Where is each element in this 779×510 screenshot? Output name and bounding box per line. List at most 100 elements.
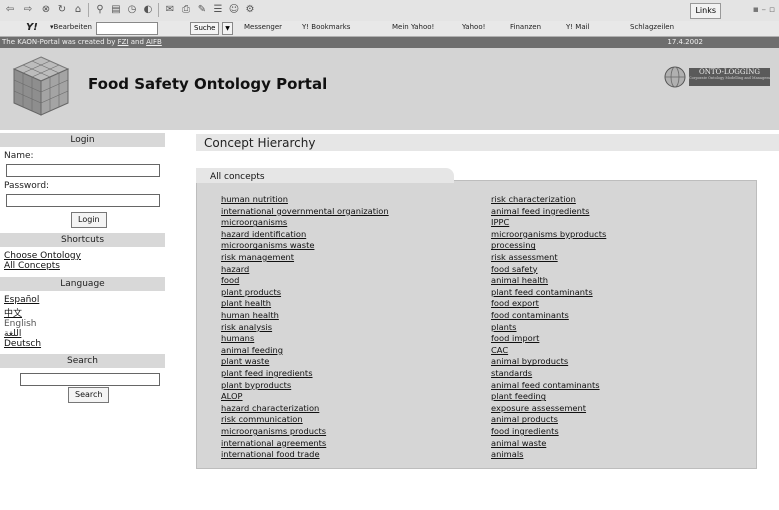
browser-toolbar: ⇦ ⇨ ⊗ ↻ ⌂ ⚲ ▤ ◷ ◐ ✉ ⎙ ✎ ☰ ☺ ⚙ Links ▪ – … [0, 0, 779, 22]
concept-link[interactable]: microorganisms products [221, 426, 326, 437]
language-english: English [4, 319, 37, 329]
home-icon[interactable]: ⌂ [72, 4, 84, 16]
yahoo-link-finanzen[interactable]: Finanzen [510, 23, 541, 31]
concept-link[interactable]: animal health [491, 275, 548, 286]
concept-link[interactable]: international food trade [221, 449, 320, 460]
concept-link[interactable]: risk assessment [491, 252, 558, 263]
yahoo-logo-icon[interactable]: Y! [26, 22, 38, 33]
yahoo-link-messenger[interactable]: Messenger [244, 23, 282, 31]
mail-icon[interactable]: ✉ [164, 4, 176, 16]
concept-link[interactable]: risk characterization [491, 194, 576, 205]
password-label: Password: [4, 181, 50, 191]
concept-link[interactable]: plant waste [221, 356, 269, 367]
fzi-link[interactable]: FZI [118, 38, 129, 46]
concept-link[interactable]: food export [491, 298, 539, 309]
concept-link[interactable]: microorganisms byproducts [491, 229, 606, 240]
concept-link[interactable]: plants [491, 322, 517, 333]
media-icon[interactable]: ◐ [142, 4, 154, 16]
concept-link[interactable]: food [221, 275, 239, 286]
concept-link[interactable]: animal waste [491, 438, 546, 449]
stop-icon[interactable]: ⊗ [40, 4, 52, 16]
concept-link[interactable]: animal feed contaminants [491, 380, 600, 391]
yahoo-link-yahoo[interactable]: Yahoo! [462, 23, 485, 31]
name-label: Name: [4, 151, 34, 161]
concept-link[interactable]: plant feeding [491, 391, 546, 402]
discuss-icon[interactable]: ☰ [212, 4, 224, 16]
concept-link[interactable]: hazard characterization [221, 403, 319, 414]
concept-link[interactable]: risk management [221, 252, 294, 263]
concept-link[interactable]: food import [491, 333, 539, 344]
concept-link[interactable]: microorganisms waste [221, 240, 314, 251]
concept-link[interactable]: plant products [221, 287, 281, 298]
refresh-icon[interactable]: ↻ [56, 4, 68, 16]
yahoo-link-mein-yahoo[interactable]: Mein Yahoo! [392, 23, 434, 31]
language-german[interactable]: Deutsch [4, 339, 41, 349]
password-input[interactable] [6, 194, 160, 207]
concept-link[interactable]: international agreements [221, 438, 326, 449]
concept-link[interactable]: international governmental organization [221, 206, 389, 217]
language-spanish[interactable]: Español [4, 295, 39, 305]
concept-link[interactable]: animal products [491, 414, 558, 425]
concept-link[interactable]: hazard [221, 264, 249, 275]
tool-icon[interactable]: ⚙ [244, 4, 256, 16]
concept-link[interactable]: animal byproducts [491, 356, 568, 367]
shortcut-choose-ontology[interactable]: Choose Ontology [4, 251, 81, 261]
concept-link[interactable]: plant feed contaminants [491, 287, 593, 298]
print-icon[interactable]: ⎙ [180, 4, 192, 16]
language-chinese[interactable]: 中文 [4, 306, 22, 319]
chevron-down-icon[interactable]: ▼ [222, 22, 233, 35]
yahoo-search-button[interactable]: Suche [190, 22, 220, 35]
concept-link[interactable]: processing [491, 240, 536, 251]
yahoo-link-mail[interactable]: Y! Mail [566, 23, 590, 31]
concept-link[interactable]: plant health [221, 298, 271, 309]
concept-link[interactable]: standards [491, 368, 532, 379]
language-arabic[interactable]: اللغة [4, 329, 21, 339]
back-arrow-icon[interactable]: ⇦ [4, 4, 16, 16]
shortcut-all-concepts[interactable]: All Concepts [4, 261, 60, 271]
concept-link[interactable]: IPPC [491, 217, 509, 228]
concept-link[interactable]: microorganisms [221, 217, 287, 228]
logo-text: ONTO-LOGGING [699, 68, 760, 76]
portal-title: Food Safety Ontology Portal [88, 75, 328, 93]
links-button[interactable]: Links [690, 3, 721, 19]
cube-logo-icon [12, 56, 70, 116]
history-icon[interactable]: ◷ [126, 4, 138, 16]
forward-arrow-icon[interactable]: ⇨ [22, 4, 34, 16]
yahoo-link-schlagzeilen[interactable]: Schlagzeilen [630, 23, 674, 31]
yahoo-search-input[interactable] [96, 22, 158, 35]
concept-link[interactable]: animals [491, 449, 523, 460]
concept-link[interactable]: food contaminants [491, 310, 569, 321]
credits-and: and [130, 38, 144, 46]
concept-link[interactable]: CAC [491, 345, 508, 356]
search-button[interactable]: Search [68, 387, 110, 403]
concept-link[interactable]: animal feed ingredients [491, 206, 589, 217]
concept-link[interactable]: human nutrition [221, 194, 288, 205]
name-input[interactable] [6, 164, 160, 177]
ontologging-logo: ONTO-LOGGING Corporate Ontology Modellin… [662, 66, 770, 88]
yahoo-edit-button[interactable]: ▾Bearbeiten [50, 23, 92, 31]
search-icon[interactable]: ⚲ [94, 4, 106, 16]
aifb-link[interactable]: AIFB [146, 38, 162, 46]
login-heading: Login [0, 133, 165, 147]
concept-link[interactable]: risk communication [221, 414, 303, 425]
messenger-icon[interactable]: ☺ [228, 4, 240, 16]
concept-link[interactable]: exposure assessement [491, 403, 586, 414]
concept-link[interactable]: food safety [491, 264, 538, 275]
yahoo-link-bookmarks[interactable]: Y! Bookmarks [302, 23, 350, 31]
concept-link[interactable]: human health [221, 310, 279, 321]
edit-icon[interactable]: ✎ [196, 4, 208, 16]
concept-link[interactable]: animal feeding [221, 345, 283, 356]
login-button[interactable]: Login [71, 212, 107, 228]
concept-link[interactable]: plant byproducts [221, 380, 291, 391]
concept-link[interactable]: risk analysis [221, 322, 272, 333]
concept-link[interactable]: plant feed ingredients [221, 368, 313, 379]
concept-link[interactable]: hazard identification [221, 229, 306, 240]
credits-bar: The KAON-Portal was created by FZI and A… [0, 37, 779, 48]
favorites-icon[interactable]: ▤ [110, 4, 122, 16]
concept-link[interactable]: humans [221, 333, 254, 344]
concept-link[interactable]: food ingredients [491, 426, 559, 437]
window-controls-icon[interactable]: ▪ – ▫ [725, 3, 775, 17]
search-input[interactable] [20, 373, 160, 386]
main-content: Concept Hierarchy All concepts human nut… [170, 130, 779, 510]
concept-link[interactable]: ALOP [221, 391, 243, 402]
